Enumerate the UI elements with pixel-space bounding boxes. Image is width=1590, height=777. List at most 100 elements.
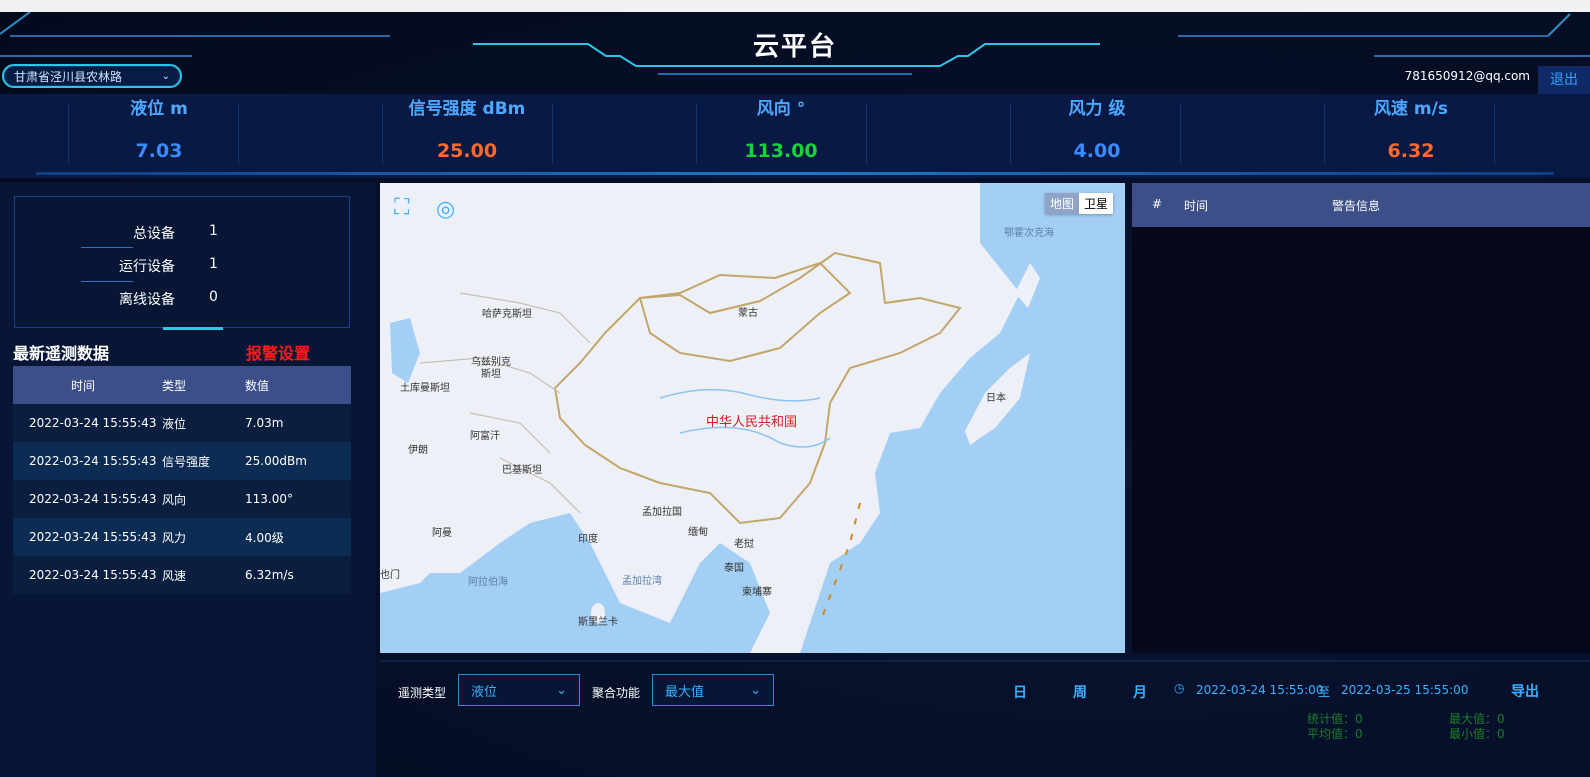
divider bbox=[68, 104, 69, 164]
telemetry-type-select[interactable]: 液位 ⌄ bbox=[458, 674, 580, 706]
map-view[interactable]: ⛶ ◎ 地图 卫星 鄂霍次克海 哈萨克斯坦 蒙古 乌兹别克斯坦 土库曼斯坦 中华… bbox=[380, 183, 1125, 653]
cell-value: 25.00dBm bbox=[245, 442, 351, 480]
map-label: 泰国 bbox=[724, 563, 744, 574]
metric-value: 7.03 bbox=[135, 140, 183, 162]
telemetry-type-value: 液位 bbox=[471, 684, 498, 700]
divider bbox=[238, 104, 239, 164]
region-dropdown-value: 甘肃省泾川县农林路 bbox=[14, 69, 123, 84]
aggregate-value: 最大值 bbox=[665, 684, 705, 700]
metric-label: 风速 m/s bbox=[1374, 99, 1448, 119]
stat-avg: 平均值：0 bbox=[1307, 727, 1363, 741]
divider bbox=[81, 281, 133, 282]
divider bbox=[552, 104, 553, 164]
metrics-bar: 液位 m 7.03 信号强度 dBm 25.00 风向 ° 113.00 风力 … bbox=[0, 94, 1590, 178]
map-label: 斯里兰卡 bbox=[578, 617, 618, 628]
chevron-down-icon: ⌄ bbox=[556, 682, 567, 698]
clock-icon: ◷ bbox=[1174, 681, 1185, 695]
metric-label: 信号强度 dBm bbox=[408, 99, 526, 119]
column-header-value: 数值 bbox=[245, 366, 351, 404]
map-label: 阿富汗 bbox=[470, 431, 500, 442]
divider bbox=[866, 104, 867, 164]
period-month-button[interactable]: 月 bbox=[1133, 682, 1147, 702]
cell-time: 2022-03-24 15:55:43 bbox=[13, 518, 162, 556]
logout-button[interactable]: 退出 bbox=[1538, 66, 1590, 94]
date-range-separator: 至 bbox=[1318, 685, 1331, 699]
device-running-label: 运行设备 bbox=[119, 259, 175, 275]
alert-table-header: # 时间 警告信息 bbox=[1132, 183, 1590, 227]
device-offline-value: 0 bbox=[209, 289, 218, 305]
end-time-input[interactable]: 2022-03-25 15:55:00 bbox=[1341, 683, 1468, 697]
divider bbox=[1324, 104, 1325, 164]
stat-min: 最小值：0 bbox=[1449, 727, 1505, 741]
period-day-button[interactable]: 日 bbox=[1013, 682, 1027, 702]
aggregate-label: 聚合功能 bbox=[592, 686, 641, 700]
alert-column-message: 警告信息 bbox=[1332, 199, 1381, 213]
device-running-value: 1 bbox=[209, 256, 218, 272]
start-time-input[interactable]: 2022-03-24 15:55:00 bbox=[1196, 683, 1323, 697]
column-header-type: 类型 bbox=[162, 366, 245, 404]
cell-type: 信号强度 bbox=[162, 442, 245, 480]
divider bbox=[382, 104, 383, 164]
alarm-settings-link[interactable]: 报警设置 bbox=[246, 340, 310, 364]
map-label: 乌兹别克斯坦 bbox=[471, 357, 511, 380]
device-offline-label: 离线设备 bbox=[119, 292, 175, 308]
map-label: 日本 bbox=[986, 393, 1006, 404]
map-type-toggle: 地图 卫星 bbox=[1044, 193, 1113, 214]
map-label: 蒙古 bbox=[738, 308, 758, 319]
table-row: 2022-03-24 15:55:43 风力 4.00级 bbox=[13, 518, 351, 556]
cell-value: 7.03m bbox=[245, 404, 351, 442]
map-label: 柬埔寨 bbox=[742, 587, 772, 598]
region-dropdown[interactable]: 甘肃省泾川县农林路 ⌄ bbox=[2, 64, 182, 88]
map-label: 阿曼 bbox=[432, 528, 452, 539]
device-total-row: 总设备 1 bbox=[15, 223, 351, 243]
top-header: 云平台 甘肃省泾川县农林路 ⌄ 781650912@qq.com 退出 bbox=[0, 12, 1590, 94]
map-label: 土库曼斯坦 bbox=[400, 383, 450, 394]
table-header-row: 时间 类型 数值 bbox=[13, 366, 351, 404]
metric-label: 风向 ° bbox=[756, 99, 806, 119]
map-type-satellite-button[interactable]: 卫星 bbox=[1078, 193, 1113, 214]
metric-label: 风力 级 bbox=[1068, 99, 1126, 119]
map-label: 缅甸 bbox=[688, 527, 708, 538]
map-label: 阿拉伯海 bbox=[468, 577, 508, 588]
map-type-map-button[interactable]: 地图 bbox=[1044, 193, 1079, 214]
map-label: 孟加拉国 bbox=[642, 507, 682, 518]
metric-label: 液位 m bbox=[130, 99, 188, 119]
cell-value: 4.00级 bbox=[245, 518, 351, 556]
metric-value: 6.32 bbox=[1387, 140, 1435, 162]
chevron-down-icon: ⌄ bbox=[750, 682, 761, 698]
map-label: 伊朗 bbox=[408, 445, 428, 456]
map-label: 印度 bbox=[578, 534, 598, 545]
metric-value: 113.00 bbox=[744, 140, 818, 162]
chevron-down-icon: ⌄ bbox=[161, 70, 170, 82]
latest-telemetry-table: 时间 类型 数值 2022-03-24 15:55:43 液位 7.03m 20… bbox=[13, 366, 351, 594]
metric-level: 液位 m 7.03 bbox=[0, 94, 318, 178]
cell-type: 液位 bbox=[162, 404, 245, 442]
divider bbox=[696, 104, 697, 164]
history-query-bar: 遥测类型 液位 ⌄ 聚合功能 最大值 ⌄ 日 周 月 ◷ 2022-03-24 … bbox=[380, 660, 1590, 777]
metric-wind-speed: 风速 m/s 6.32 bbox=[1252, 94, 1570, 178]
alert-column-index: # bbox=[1152, 197, 1163, 211]
cell-time: 2022-03-24 15:55:43 bbox=[13, 404, 162, 442]
cell-type: 风力 bbox=[162, 518, 245, 556]
cell-type: 风速 bbox=[162, 556, 245, 594]
metric-value: 25.00 bbox=[436, 140, 498, 162]
browser-bookmarks-strip bbox=[0, 0, 1590, 12]
device-offline-row: 离线设备 0 bbox=[15, 289, 351, 309]
divider bbox=[81, 247, 133, 248]
fullscreen-icon[interactable]: ⛶ bbox=[394, 195, 409, 220]
divider bbox=[1494, 104, 1495, 164]
export-button[interactable]: 导出 bbox=[1511, 681, 1539, 701]
map-label: 哈萨克斯坦 bbox=[482, 309, 532, 320]
metric-wind-direction: 风向 ° 113.00 bbox=[622, 94, 940, 178]
period-week-button[interactable]: 周 bbox=[1073, 682, 1087, 702]
device-summary: 总设备 1 运行设备 1 离线设备 0 bbox=[14, 196, 351, 330]
cell-time: 2022-03-24 15:55:43 bbox=[13, 556, 162, 594]
aggregate-select[interactable]: 最大值 ⌄ bbox=[652, 674, 774, 706]
locate-icon[interactable]: ◎ bbox=[436, 197, 455, 222]
box-accent bbox=[163, 327, 223, 330]
map-label: 巴基斯坦 bbox=[502, 465, 542, 476]
cell-value: 6.32m/s bbox=[245, 556, 351, 594]
table-row: 2022-03-24 15:55:43 风速 6.32m/s bbox=[13, 556, 351, 594]
divider bbox=[1180, 104, 1181, 164]
cell-value: 113.00° bbox=[245, 480, 351, 518]
